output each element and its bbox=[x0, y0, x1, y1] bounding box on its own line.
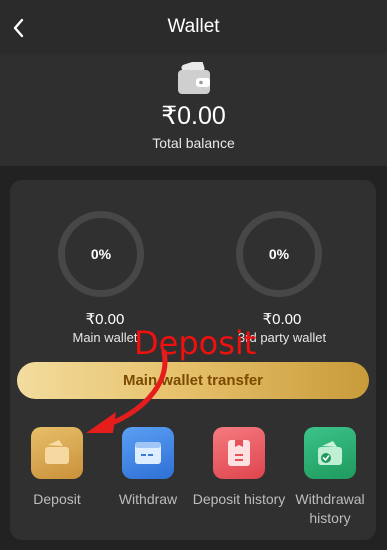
third-party-wallet-percent: 0% bbox=[268, 246, 290, 262]
main-wallet-percent: 0% bbox=[90, 246, 112, 262]
page-title: Wallet bbox=[167, 16, 220, 37]
wallet-icon bbox=[178, 62, 210, 94]
third-party-wallet-progress-ring: 0% bbox=[236, 211, 322, 297]
withdraw-label: Withdraw bbox=[118, 491, 178, 507]
withdrawal-history-label: Withdrawal history bbox=[295, 491, 365, 526]
total-balance-amount: ₹0.00 bbox=[161, 102, 226, 130]
main-wallet-progress-ring: 0% bbox=[58, 211, 144, 297]
total-balance-label: Total balance bbox=[152, 135, 235, 151]
deposit-history-label: Deposit history bbox=[192, 491, 286, 507]
deposit-label: Deposit bbox=[33, 491, 81, 507]
top-bar: Wallet bbox=[0, 0, 387, 54]
red-arrow-annotation bbox=[86, 349, 168, 433]
deposit-history-button[interactable] bbox=[213, 427, 265, 479]
deposit-history-icon bbox=[228, 440, 250, 466]
withdrawal-history-icon bbox=[318, 441, 342, 465]
withdrawal-history-button[interactable] bbox=[304, 427, 356, 479]
deposit-icon bbox=[45, 440, 69, 464]
